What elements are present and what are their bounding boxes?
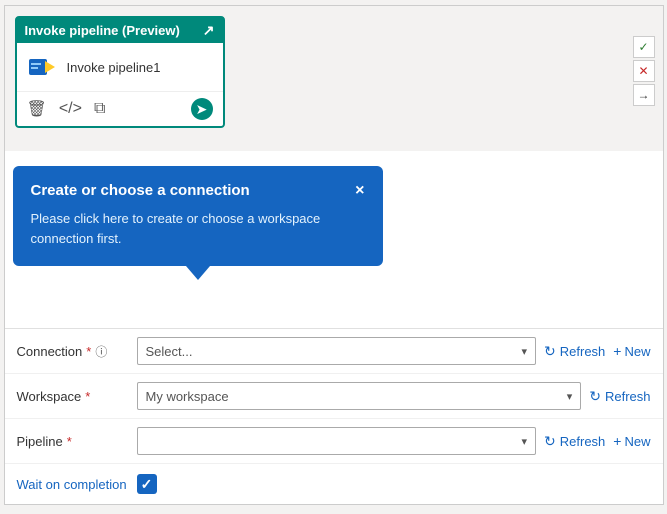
toolbar-check-btn[interactable]: ✓	[633, 36, 655, 58]
pipeline-plus-icon: +	[613, 433, 621, 449]
wait-checkbox-area[interactable]: ✓	[137, 474, 157, 494]
wait-label: Wait on completion	[17, 477, 137, 492]
check-icon: ✓	[638, 40, 648, 54]
arrow-icon: →	[638, 88, 650, 102]
workspace-control-area: My workspace ▾ ↻ Refresh	[137, 382, 651, 410]
tooltip-title-text: Create or choose a connection	[31, 182, 250, 199]
workspace-label: Workspace *	[17, 389, 137, 404]
pipeline-canvas-area: Invoke pipeline (Preview) ↗ Invoke pipel…	[5, 6, 663, 151]
workspace-refresh-icon: ↻	[589, 388, 601, 405]
copy-icon[interactable]: ⧉	[94, 100, 105, 118]
connection-refresh-label: Refresh	[560, 344, 606, 359]
pipeline-refresh-button[interactable]: ↻ Refresh	[544, 433, 605, 450]
cross-icon: ✕	[638, 64, 648, 78]
pipeline-card-header: Invoke pipeline (Preview) ↗	[17, 18, 223, 43]
connection-label: Connection * ⓘ	[17, 343, 137, 360]
delete-icon[interactable]: 🗑	[27, 99, 47, 119]
pipeline-name: Invoke pipeline1	[67, 60, 161, 75]
connection-info-icon[interactable]: ⓘ	[95, 343, 107, 360]
go-icon[interactable]: ➤	[191, 98, 213, 120]
pipeline-label-text: Pipeline	[17, 434, 63, 449]
wait-check-mark: ✓	[141, 476, 153, 493]
pipeline-chevron-icon: ▾	[522, 435, 528, 448]
pipeline-label: Pipeline *	[17, 434, 137, 449]
connection-row: Connection * ⓘ Select... ▾ ↻ Refresh + N…	[5, 329, 663, 374]
pipeline-card-title: Invoke pipeline (Preview)	[25, 23, 180, 38]
workspace-required-star: *	[85, 389, 90, 404]
pipeline-new-label: New	[624, 434, 650, 449]
tooltip-title-row: Create or choose a connection ×	[31, 182, 365, 199]
connection-select-value: Select...	[146, 344, 193, 359]
pipeline-required-star: *	[67, 434, 72, 449]
tooltip-close-button[interactable]: ×	[355, 183, 364, 199]
connection-label-text: Connection	[17, 344, 83, 359]
toolbar-cross-btn[interactable]: ✕	[633, 60, 655, 82]
workspace-label-text: Workspace	[17, 389, 82, 404]
pipeline-card: Invoke pipeline (Preview) ↗ Invoke pipel…	[15, 16, 225, 128]
wait-label-text: Wait on completion	[17, 477, 127, 492]
connection-tooltip: Create or choose a connection × Please c…	[13, 166, 383, 266]
connection-chevron-icon: ▾	[522, 345, 528, 358]
connection-required-star: *	[86, 344, 91, 359]
wait-control-area: ✓	[137, 474, 651, 494]
connection-select[interactable]: Select... ▾	[137, 337, 537, 365]
form-area: Connection * ⓘ Select... ▾ ↻ Refresh + N…	[5, 328, 663, 504]
workspace-chevron-icon: ▾	[567, 390, 573, 403]
pipeline-control-area: ▾ ↻ Refresh + New	[137, 427, 651, 455]
pipeline-select[interactable]: ▾	[137, 427, 537, 455]
pipeline-refresh-icon: ↻	[544, 433, 556, 450]
connection-new-button[interactable]: + New	[613, 343, 650, 359]
pipeline-icon	[27, 51, 59, 83]
connection-plus-icon: +	[613, 343, 621, 359]
pipeline-card-body: Invoke pipeline1	[17, 43, 223, 92]
connection-refresh-icon: ↻	[544, 343, 556, 360]
wait-checkbox[interactable]: ✓	[137, 474, 157, 494]
code-icon[interactable]: </>	[59, 100, 82, 118]
connection-new-label: New	[624, 344, 650, 359]
pipeline-row: Pipeline * ▾ ↻ Refresh + New	[5, 419, 663, 464]
pipeline-new-button[interactable]: + New	[613, 433, 650, 449]
connection-refresh-button[interactable]: ↻ Refresh	[544, 343, 605, 360]
side-toolbar: ✓ ✕ →	[633, 36, 655, 106]
connection-control-area: Select... ▾ ↻ Refresh + New	[137, 337, 651, 365]
tooltip-body-text: Please click here to create or choose a …	[31, 209, 365, 248]
workspace-refresh-label: Refresh	[605, 389, 651, 404]
wait-on-completion-row: Wait on completion ✓	[5, 464, 663, 504]
pipeline-refresh-label: Refresh	[560, 434, 606, 449]
workspace-refresh-button[interactable]: ↻ Refresh	[589, 388, 650, 405]
pipeline-card-actions: 🗑 </> ⧉ ➤	[17, 92, 223, 126]
workspace-select[interactable]: My workspace ▾	[137, 382, 582, 410]
external-link-icon[interactable]: ↗	[203, 22, 215, 39]
toolbar-arrow-btn[interactable]: →	[633, 84, 655, 106]
main-window: Invoke pipeline (Preview) ↗ Invoke pipel…	[4, 5, 664, 505]
workspace-select-value: My workspace	[146, 389, 229, 404]
workspace-row: Workspace * My workspace ▾ ↻ Refresh	[5, 374, 663, 419]
